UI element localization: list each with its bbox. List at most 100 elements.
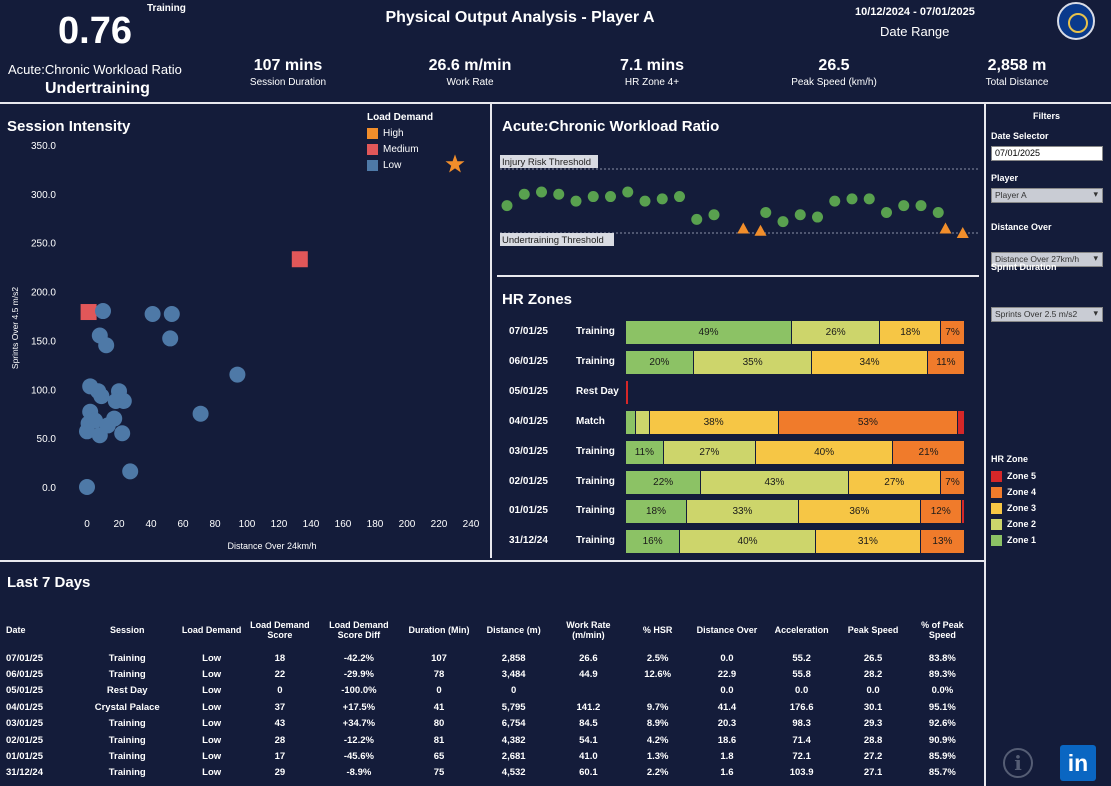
data-point-low[interactable] (229, 366, 246, 383)
table-row[interactable]: 04/01/25 Crystal Palace Low 37 +17.5% 41 5,795… (6, 699, 976, 715)
column-header[interactable]: Date (6, 610, 73, 650)
acwr-point[interactable] (656, 193, 668, 205)
hr-stacked-bar[interactable]: 11% 27% 40% 21% (626, 440, 965, 464)
hr-zone-segment[interactable]: 22% (626, 470, 702, 494)
hr-stacked-bar[interactable]: 22% 43% 27% 7% (626, 470, 965, 494)
legend-item-zone2[interactable]: Zone 2 (991, 516, 1036, 532)
hr-zone-segment[interactable]: 27% (663, 440, 757, 464)
column-header[interactable]: Distance (m) (478, 610, 549, 650)
hr-zone-segment[interactable]: 38% (649, 410, 779, 434)
data-point-low[interactable] (95, 303, 111, 320)
acwr-point[interactable] (605, 191, 616, 203)
acwr-point[interactable] (881, 207, 892, 218)
hr-zone-segment[interactable]: 21% (893, 440, 965, 464)
data-point-medium[interactable] (80, 304, 97, 321)
hr-zone-row[interactable]: 31/12/24 Training 16% 40% 31% 13% (509, 530, 969, 554)
acwr-point[interactable] (777, 216, 789, 228)
hr-stacked-bar[interactable]: 20% 35% 34% 11% (626, 350, 965, 374)
acwr-point[interactable] (846, 193, 858, 205)
column-header[interactable]: Load Demand Score (242, 610, 318, 650)
hr-stacked-bar[interactable]: 16% 40% 31% 13% (626, 530, 965, 554)
acwr-point[interactable] (501, 200, 513, 212)
data-point-low[interactable] (192, 405, 209, 422)
data-point-low[interactable] (163, 305, 180, 322)
column-header[interactable]: Duration (Min) (400, 610, 478, 650)
hr-zone-segment[interactable]: 7% (941, 470, 965, 494)
hr-zone-segment[interactable]: 33% (687, 500, 799, 524)
acwr-point[interactable] (622, 186, 634, 198)
column-header[interactable]: % of Peak Speed (909, 610, 976, 650)
column-header[interactable]: Distance Over (688, 610, 766, 650)
hr-zone-segment[interactable]: 35% (693, 350, 813, 374)
acwr-point[interactable] (691, 213, 703, 225)
column-header[interactable]: Load Demand Score Diff (318, 610, 400, 650)
hr-stacked-bar[interactable]: 38% 53% (626, 410, 965, 434)
hr-zone-segment[interactable]: 20% (626, 350, 694, 374)
acwr-point[interactable] (570, 195, 582, 207)
hr-zone-segment[interactable]: 16% (626, 530, 681, 554)
column-header[interactable]: % HSR (627, 610, 688, 650)
table-row[interactable]: 01/01/25 Training Low 17 -45.6% 65 2,681 41.0 1.… (6, 748, 976, 764)
hr-zone-segment[interactable]: 18% (880, 321, 942, 344)
hr-zone-segment[interactable]: 11% (927, 350, 965, 374)
data-point-low[interactable] (91, 427, 108, 444)
acwr-point-undertraining[interactable] (754, 224, 767, 236)
data-point-low[interactable] (93, 388, 110, 405)
hr-stacked-bar[interactable]: 49% 26% 18% 7% (626, 321, 965, 344)
hr-zone-segment[interactable]: 18% (626, 500, 688, 524)
data-point-medium[interactable] (291, 251, 308, 268)
data-point-high[interactable] (445, 154, 465, 173)
table-row[interactable]: 05/01/25 Rest Day Low 0 -100.0% 0 0 0.0 0.0 0.0 0.… (6, 683, 976, 699)
acwr-point[interactable] (863, 193, 875, 205)
table-row[interactable]: 31/12/24 Training Low 29 -8.9% 75 4,532 60.1 2.2… (6, 765, 976, 781)
acwr-point-undertraining[interactable] (956, 227, 969, 238)
acwr-point[interactable] (794, 209, 806, 221)
acwr-point[interactable] (587, 191, 599, 203)
hr-zone-segment[interactable] (626, 410, 637, 434)
data-point-low[interactable] (122, 463, 139, 480)
hr-zone-segment[interactable]: 43% (701, 470, 849, 494)
column-header[interactable]: Work Rate (m/min) (549, 610, 627, 650)
linkedin-icon[interactable]: in (1060, 745, 1096, 781)
table-row[interactable]: 06/01/25 Training Low 22 -29.9% 78 3,484 44.9 12… (6, 666, 976, 682)
acwr-point[interactable] (674, 191, 685, 203)
acwr-point[interactable] (812, 211, 823, 223)
hr-zone-segment[interactable] (626, 380, 628, 404)
player-select[interactable]: Player A (991, 188, 1103, 203)
hr-zone-segment[interactable] (958, 410, 965, 434)
data-point-low[interactable] (107, 392, 124, 409)
acwr-point[interactable] (536, 186, 547, 198)
column-header[interactable]: Load Demand (181, 610, 242, 650)
table-row[interactable]: 07/01/25 Training Low 18 -42.2% 107 2,858 26.6 2… (6, 650, 976, 666)
hr-zone-segment[interactable]: 7% (941, 321, 965, 344)
hr-zone-segment[interactable]: 27% (848, 470, 942, 494)
hr-zone-row[interactable]: 01/01/25 Training 18% 33% 36% 12% (509, 500, 969, 524)
hr-zone-segment[interactable]: 36% (798, 500, 921, 524)
data-point-low[interactable] (162, 330, 179, 347)
hr-zone-row[interactable]: 05/01/25 Rest Day (509, 380, 969, 404)
hr-zone-segment[interactable]: 53% (778, 410, 959, 434)
date-selector-input[interactable]: 07/01/2025 (991, 146, 1103, 161)
hr-stacked-bar[interactable] (626, 380, 965, 404)
hr-zone-row[interactable]: 03/01/25 Training 11% 27% 40% 21% (509, 440, 969, 464)
hr-zone-segment[interactable]: 13% (920, 530, 965, 554)
data-point-low[interactable] (144, 305, 161, 322)
hr-zone-segment[interactable]: 34% (812, 350, 928, 374)
hr-zone-segment[interactable]: 31% (815, 530, 921, 554)
hr-zone-segment[interactable]: 40% (756, 440, 894, 464)
acwr-point-undertraining[interactable] (737, 222, 750, 234)
acwr-point[interactable] (708, 209, 720, 221)
acwr-point[interactable] (915, 200, 927, 212)
acwr-point[interactable] (518, 188, 530, 200)
hr-zone-segment[interactable] (961, 500, 965, 524)
legend-item-zone5[interactable]: Zone 5 (991, 468, 1036, 484)
legend-item-high[interactable]: High (367, 125, 433, 141)
hr-zone-row[interactable]: 07/01/25 Training 49% 26% 18% 7% (509, 321, 969, 344)
info-icon[interactable]: i (1003, 748, 1033, 778)
acwr-point[interactable] (639, 195, 651, 207)
hr-zone-row[interactable]: 02/01/25 Training 22% 43% 27% 7% (509, 470, 969, 494)
legend-item-zone1[interactable]: Zone 1 (991, 532, 1036, 548)
hr-zone-segment[interactable]: 26% (792, 321, 881, 344)
acwr-point[interactable] (898, 200, 910, 212)
legend-item-zone3[interactable]: Zone 3 (991, 500, 1036, 516)
